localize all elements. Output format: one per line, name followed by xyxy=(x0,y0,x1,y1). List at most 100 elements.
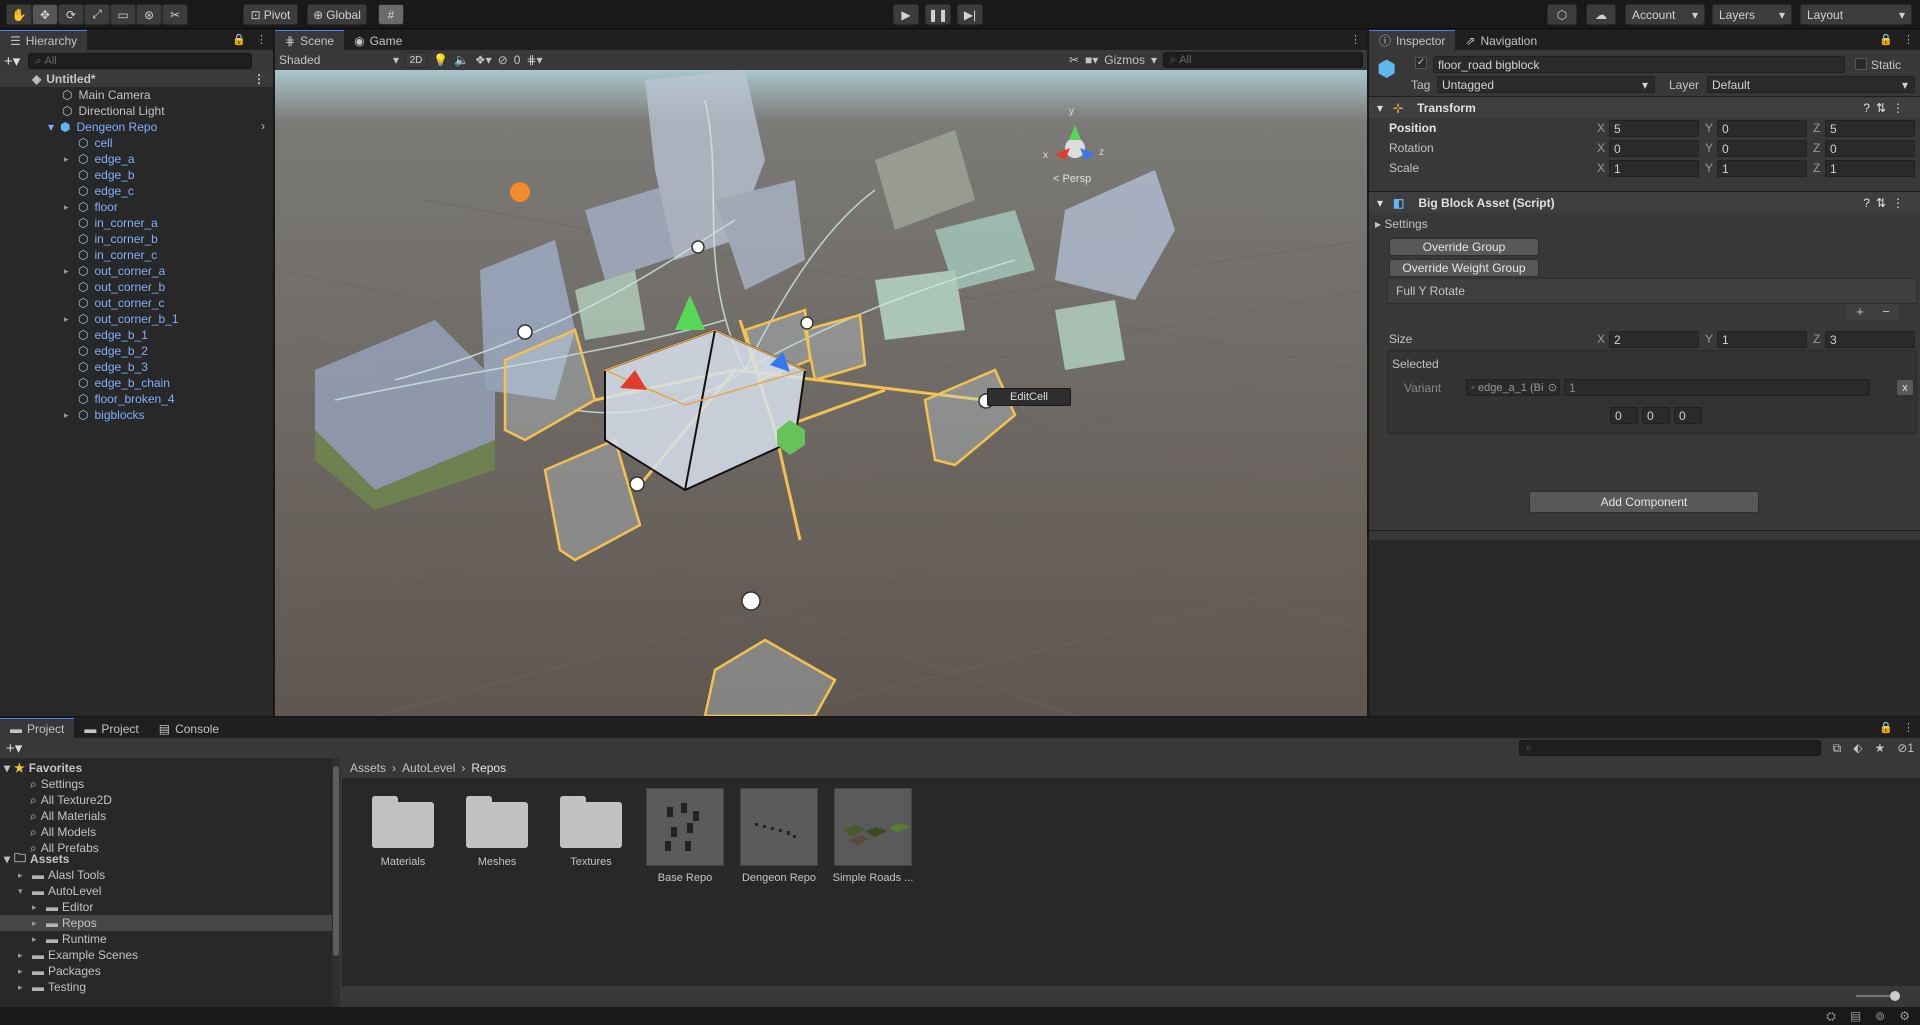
foldout-arrow-icon[interactable]: ▸ xyxy=(18,966,28,977)
settings-icon[interactable]: ⚙ xyxy=(1899,1009,1910,1023)
asset-folder[interactable]: Materials xyxy=(360,786,446,868)
axis-label[interactable]: Z xyxy=(1813,141,1820,155)
hierarchy-child-item[interactable]: ▸ ⬡ floor xyxy=(64,199,118,215)
audio-icon[interactable]: 🔈 xyxy=(454,53,469,67)
lock-icon[interactable]: 🔒 xyxy=(1879,721,1893,734)
axis-label[interactable]: X xyxy=(1597,121,1605,135)
tree-item[interactable]: ▸ ▬ Runtime xyxy=(0,931,332,947)
cloud-button[interactable]: ☁ xyxy=(1586,4,1616,25)
foldout-arrow-icon[interactable]: ▸ xyxy=(18,870,28,881)
scene-viewport[interactable]: y z x < Persp xyxy=(275,70,1367,716)
tree-scrollbar-thumb[interactable] xyxy=(333,766,339,956)
grid-snap-button[interactable]: # xyxy=(378,4,404,25)
component-menu-icons[interactable]: ?⇅⋮ xyxy=(1863,196,1910,210)
hidden-objects-icon[interactable]: ⊘ xyxy=(498,53,508,67)
minus-icon[interactable]: − xyxy=(1882,304,1890,320)
effects-icon[interactable]: ❖▾ xyxy=(475,53,492,67)
rotation-list-item[interactable]: Full Y Rotate xyxy=(1387,278,1917,304)
axis-label[interactable]: Z xyxy=(1813,332,1820,346)
shading-mode-dropdown[interactable]: Shaded ▾ xyxy=(279,53,399,67)
axis-label[interactable]: Z xyxy=(1813,121,1820,135)
variant-weight-field[interactable]: 1 xyxy=(1564,379,1870,396)
tab-project-2[interactable]: ▬ Project xyxy=(74,718,148,738)
hierarchy-child-item[interactable]: ▸ ⬡ bigblocks xyxy=(64,407,145,423)
assets-foldout[interactable]: ▾ 🗀 Assets xyxy=(4,851,69,867)
project-search-input[interactable]: ⌕ xyxy=(1518,740,1821,756)
rotation-x-field[interactable]: 0 xyxy=(1609,140,1699,157)
remove-link-icon[interactable] xyxy=(800,316,814,330)
axis-label[interactable]: X xyxy=(1597,141,1605,155)
kebab-menu-icon[interactable]: ⋮ xyxy=(253,72,265,86)
size-z-field[interactable]: 3 xyxy=(1825,331,1915,348)
favorites-foldout[interactable]: ▾ ★ Favorites xyxy=(4,760,82,776)
lock-icon[interactable]: 🔒 xyxy=(1879,33,1893,46)
scene-search-input[interactable]: ⌕ All xyxy=(1163,52,1363,68)
object-name-field[interactable]: floor_road bigblock xyxy=(1433,56,1845,73)
expand-arrow-icon[interactable]: ▸ xyxy=(64,266,72,277)
foldout-arrow-icon[interactable]: ▸ xyxy=(32,934,42,945)
axis-label[interactable]: X xyxy=(1597,332,1605,346)
tree-scrollbar[interactable] xyxy=(332,758,340,1007)
tree-item[interactable]: ▸ ▬ Packages xyxy=(0,963,332,979)
kebab-menu-icon[interactable]: ⋮ xyxy=(1903,33,1914,46)
hierarchy-child-item[interactable]: ⬡ out_corner_c xyxy=(64,295,165,311)
hierarchy-child-item[interactable]: ⬡ edge_b_2 xyxy=(64,343,148,359)
asset-folder[interactable]: Textures xyxy=(548,786,634,868)
size-y-field[interactable]: 1 xyxy=(1717,331,1807,348)
active-checkbox[interactable]: ✓ xyxy=(1415,57,1427,69)
hierarchy-child-item[interactable]: ▸ ⬡ out_corner_b_1 xyxy=(64,311,179,327)
hierarchy-item-prefab[interactable]: ▾ ⬢ Dengeon Repo xyxy=(48,119,157,135)
account-dropdown[interactable]: Account ▾ xyxy=(1625,4,1705,25)
hierarchy-child-item[interactable]: ⬡ edge_c xyxy=(64,183,134,199)
kebab-menu-icon[interactable]: ⋮ xyxy=(1350,33,1361,46)
favorite-star-icon[interactable]: ★ xyxy=(1874,741,1885,755)
variant-remove-button[interactable]: x xyxy=(1896,379,1914,396)
expand-arrow-icon[interactable]: ▸ xyxy=(64,202,72,213)
component-menu-icons[interactable]: ?⇅⋮ xyxy=(1863,101,1910,115)
auto-generate-icon[interactable]: ⊚ xyxy=(1875,1009,1885,1023)
play-button[interactable]: ▶ xyxy=(893,4,919,25)
tab-navigation[interactable]: ⇗ Navigation xyxy=(1455,30,1547,50)
hierarchy-child-item[interactable]: ▸ ⬡ out_corner_a xyxy=(64,263,165,279)
hierarchy-child-item[interactable]: ⬡ in_corner_a xyxy=(64,215,158,231)
hand-tool-button[interactable]: ✋ xyxy=(6,4,32,25)
override-group-button[interactable]: Override Group xyxy=(1389,238,1539,256)
gizmos-dropdown[interactable]: Gizmos ▾ xyxy=(1104,53,1157,67)
lock-icon[interactable]: 🔒 xyxy=(232,33,246,46)
favorite-item[interactable]: ⌕ All Models xyxy=(30,824,96,840)
hierarchy-item[interactable]: ⬡ Main Camera xyxy=(62,87,151,103)
debug-icon[interactable]: ⛭ xyxy=(1826,1009,1836,1024)
remove-link-icon[interactable] xyxy=(741,591,761,611)
axis-label[interactable]: Z xyxy=(1813,161,1820,175)
rotation-z-field[interactable]: 0 xyxy=(1825,140,1915,157)
tree-item[interactable]: ▾ ▬ AutoLevel xyxy=(0,883,332,899)
tab-inspector[interactable]: ⓘ Inspector xyxy=(1369,30,1456,50)
progress-icon[interactable]: ▤ xyxy=(1850,1009,1861,1023)
rect-tool-button[interactable]: ▭ xyxy=(110,4,136,25)
tab-scene[interactable]: ⋕ Scene xyxy=(275,30,345,50)
transform-tool-button[interactable]: ⊛ xyxy=(136,4,162,25)
hierarchy-child-item[interactable]: ⬡ floor_broken_4 xyxy=(64,391,175,407)
transform-header[interactable]: ▾ ⊹ Transform ?⇅⋮ xyxy=(1369,96,1920,118)
scale-tool-button[interactable]: ⤢ xyxy=(84,4,110,25)
tools-icon[interactable]: ✂ xyxy=(1069,53,1079,67)
remove-link-icon[interactable] xyxy=(517,324,533,340)
axis-label[interactable]: Y xyxy=(1705,141,1713,155)
tab-game[interactable]: ◉ Game xyxy=(344,30,412,50)
collab-button[interactable]: ⬡ xyxy=(1547,4,1577,25)
kebab-menu-icon[interactable]: ⋮ xyxy=(1903,721,1914,734)
bigblock-script-header[interactable]: ▾ ◧ Big Block Asset (Script) ?⇅⋮ xyxy=(1369,191,1920,213)
hierarchy-search-input[interactable]: ⌕ All xyxy=(28,53,253,69)
tree-item[interactable]: ▸ ▬ Editor xyxy=(0,899,332,915)
grid-settings-icon[interactable]: ⋕▾ xyxy=(526,53,542,67)
settings-foldout[interactable]: ▸ Settings xyxy=(1375,217,1428,231)
asset-prefab[interactable]: Dengeon Repo xyxy=(736,788,822,884)
create-asset-button[interactable]: +▾ xyxy=(6,739,22,757)
axis-label[interactable]: Y xyxy=(1705,332,1713,346)
global-button[interactable]: ⊕ Global xyxy=(307,4,367,25)
hidden-packages-icon[interactable]: ⊘ xyxy=(1897,741,1907,755)
expand-arrow-icon[interactable]: ▸ xyxy=(64,154,72,165)
editcell-button[interactable]: EditCell xyxy=(987,388,1071,406)
tree-item[interactable]: ▸ ▬ Testing xyxy=(0,979,332,995)
hierarchy-child-item[interactable]: ▸ ⬡ edge_a xyxy=(64,151,135,167)
